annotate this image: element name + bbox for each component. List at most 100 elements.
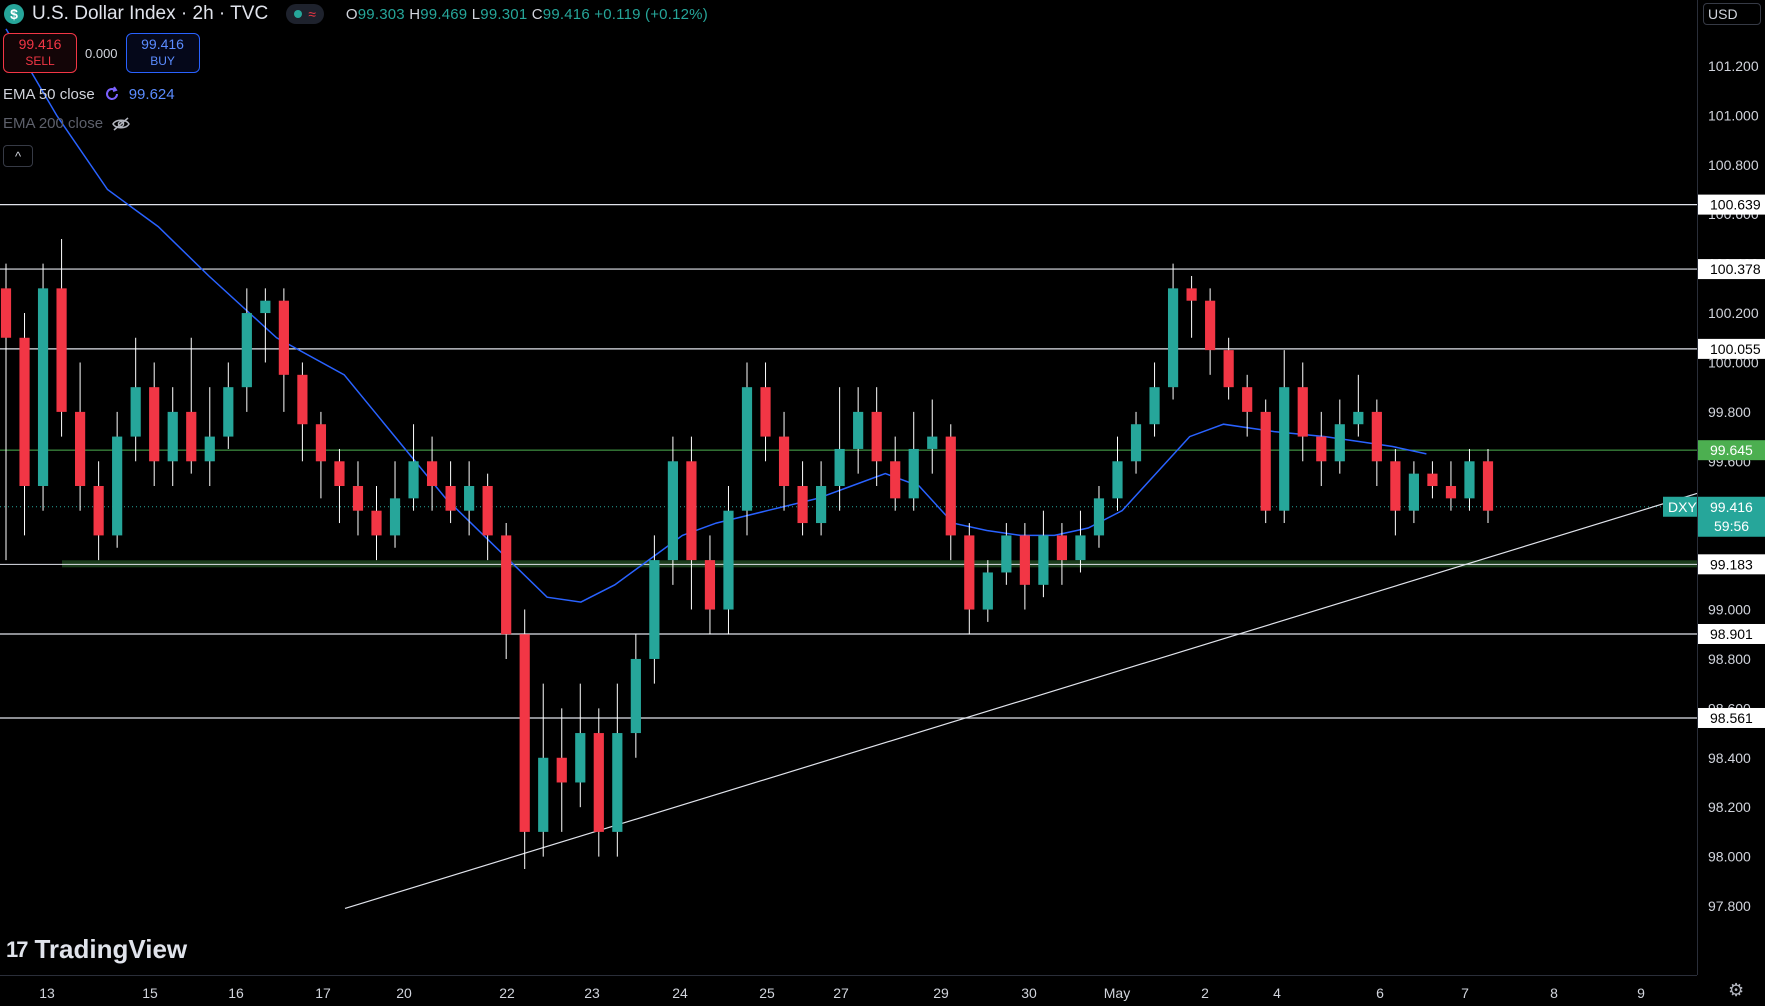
time-axis[interactable] <box>0 975 1697 1006</box>
candle-body <box>1186 288 1197 301</box>
candle-body <box>1390 461 1401 511</box>
candle <box>723 486 734 635</box>
buy-price: 99.416 <box>141 36 184 52</box>
candle-body <box>1279 387 1290 511</box>
candle-body <box>686 461 697 561</box>
candle <box>1316 411 1327 486</box>
candle <box>1038 510 1049 598</box>
candle <box>630 634 641 758</box>
candle <box>575 683 586 808</box>
candle-body <box>1093 498 1105 536</box>
candle-body <box>223 387 234 437</box>
candle-body <box>1223 350 1234 388</box>
candle-body <box>1001 535 1012 573</box>
data-delay-icon: ≈ <box>308 6 316 22</box>
market-status[interactable]: ≈ <box>286 4 324 24</box>
candle <box>1093 486 1105 548</box>
candle-body <box>241 313 252 388</box>
candle-body <box>112 436 123 536</box>
candle-body <box>704 560 716 610</box>
candle-body <box>1149 387 1160 425</box>
chevron-up-icon: ^ <box>14 148 22 164</box>
candle <box>519 609 530 869</box>
candle-body <box>723 510 734 610</box>
candle <box>964 523 975 635</box>
candle <box>686 436 697 610</box>
refresh-icon[interactable] <box>103 85 121 103</box>
candle <box>871 387 882 486</box>
candle <box>908 411 919 511</box>
candle <box>389 461 401 548</box>
dollar-icon: $ <box>4 4 24 24</box>
candle-body <box>760 387 771 437</box>
collapse-legend-button[interactable]: ^ <box>3 145 33 167</box>
candle-body <box>834 448 845 486</box>
buy-button[interactable]: 99.416 BUY <box>125 33 200 73</box>
candle <box>1167 263 1179 400</box>
candle <box>853 387 864 474</box>
candle <box>1371 399 1382 486</box>
symbol-title[interactable]: U.S. Dollar Index · 2h · TVC <box>32 3 268 25</box>
candle <box>1482 448 1494 524</box>
candle <box>93 461 104 561</box>
sell-button[interactable]: 99.416 SELL <box>3 33 77 73</box>
candle <box>501 523 512 659</box>
candle-body <box>334 461 345 486</box>
candle-body <box>853 411 864 449</box>
candle <box>1464 448 1475 511</box>
candle-body <box>408 461 419 499</box>
price-chart[interactable]: 101.200101.000100.800100.600100.400100.2… <box>0 0 1765 1005</box>
candle-body <box>1130 424 1142 462</box>
candle-body <box>630 658 641 734</box>
candle-body <box>204 436 215 462</box>
candle <box>704 535 716 635</box>
candle <box>1390 448 1401 536</box>
candle-body <box>1112 461 1123 499</box>
candle <box>1334 399 1345 474</box>
candle-body <box>297 374 308 425</box>
price-axis[interactable] <box>1697 0 1765 975</box>
indicator-ema50[interactable]: EMA 50 close 99.624 <box>3 85 175 103</box>
candle <box>612 683 623 857</box>
candle-body <box>464 486 475 511</box>
indicator-ema200[interactable]: EMA 200 close <box>3 115 131 132</box>
candle-body <box>964 535 975 610</box>
tradingview-logo[interactable]: 17 TradingView <box>6 934 187 965</box>
candle-body <box>1205 300 1216 351</box>
candle <box>112 411 123 548</box>
candle-body <box>149 387 160 462</box>
candle-body <box>1056 535 1068 561</box>
candle-body <box>186 411 197 462</box>
chart-header: $ U.S. Dollar Index · 2h · TVC ≈ O99.303… <box>0 0 708 28</box>
candle-body <box>1464 461 1475 499</box>
candle <box>760 362 771 462</box>
candle-body <box>1408 473 1419 511</box>
candle-body <box>371 510 382 536</box>
candle <box>1260 399 1271 524</box>
candle-body <box>1482 461 1494 511</box>
candle-body <box>93 486 104 536</box>
candle-body <box>778 436 790 486</box>
candle <box>315 411 327 499</box>
candles-group <box>0 238 1494 869</box>
candle-body <box>1297 387 1308 437</box>
candle-body <box>741 387 753 511</box>
horizontal-levels <box>0 204 1697 719</box>
eye-off-icon[interactable] <box>111 116 131 132</box>
spread-value: 0.000 <box>85 45 118 61</box>
candle-body <box>575 733 586 783</box>
candle-body <box>649 560 660 659</box>
candle-body <box>945 436 956 536</box>
candle-body <box>1242 387 1253 412</box>
candle <box>945 424 956 561</box>
candle <box>1223 337 1234 400</box>
candle-body <box>556 757 567 783</box>
candle <box>186 337 197 474</box>
tv-logo-icon: 17 <box>6 936 29 962</box>
candle-body <box>501 535 512 635</box>
gear-icon[interactable]: ⚙ <box>1728 980 1744 1001</box>
currency-select[interactable]: USD <box>1703 3 1761 25</box>
candle <box>408 424 419 511</box>
candle <box>19 313 30 536</box>
candle <box>1297 362 1308 462</box>
